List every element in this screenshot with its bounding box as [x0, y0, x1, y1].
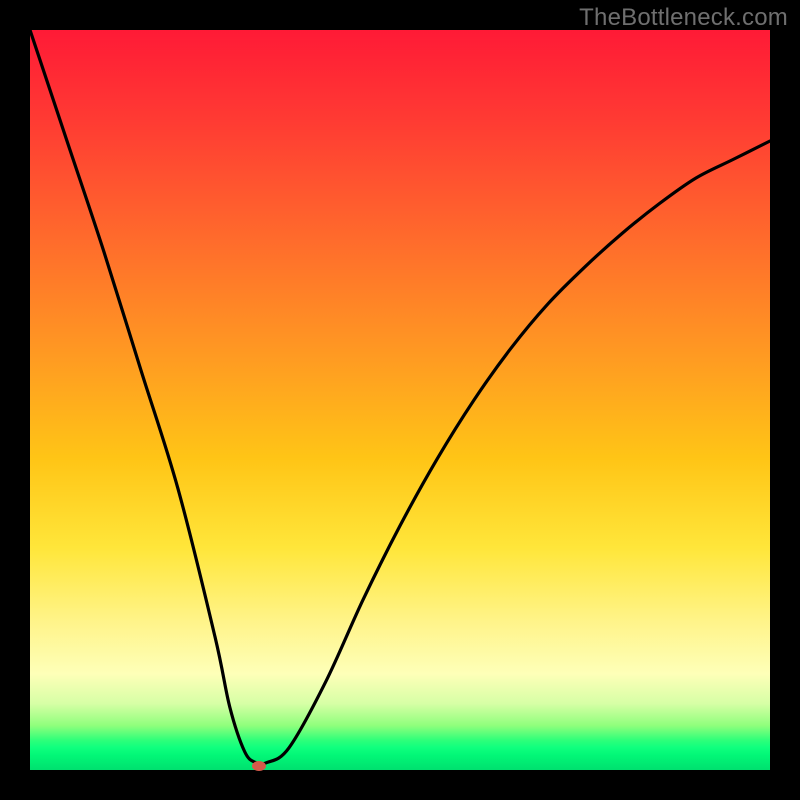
chart-frame: TheBottleneck.com: [0, 0, 800, 800]
bottleneck-curve: [30, 30, 770, 770]
watermark-text: TheBottleneck.com: [579, 4, 788, 32]
plot-area: [30, 30, 770, 770]
minimum-marker-icon: [252, 761, 266, 771]
